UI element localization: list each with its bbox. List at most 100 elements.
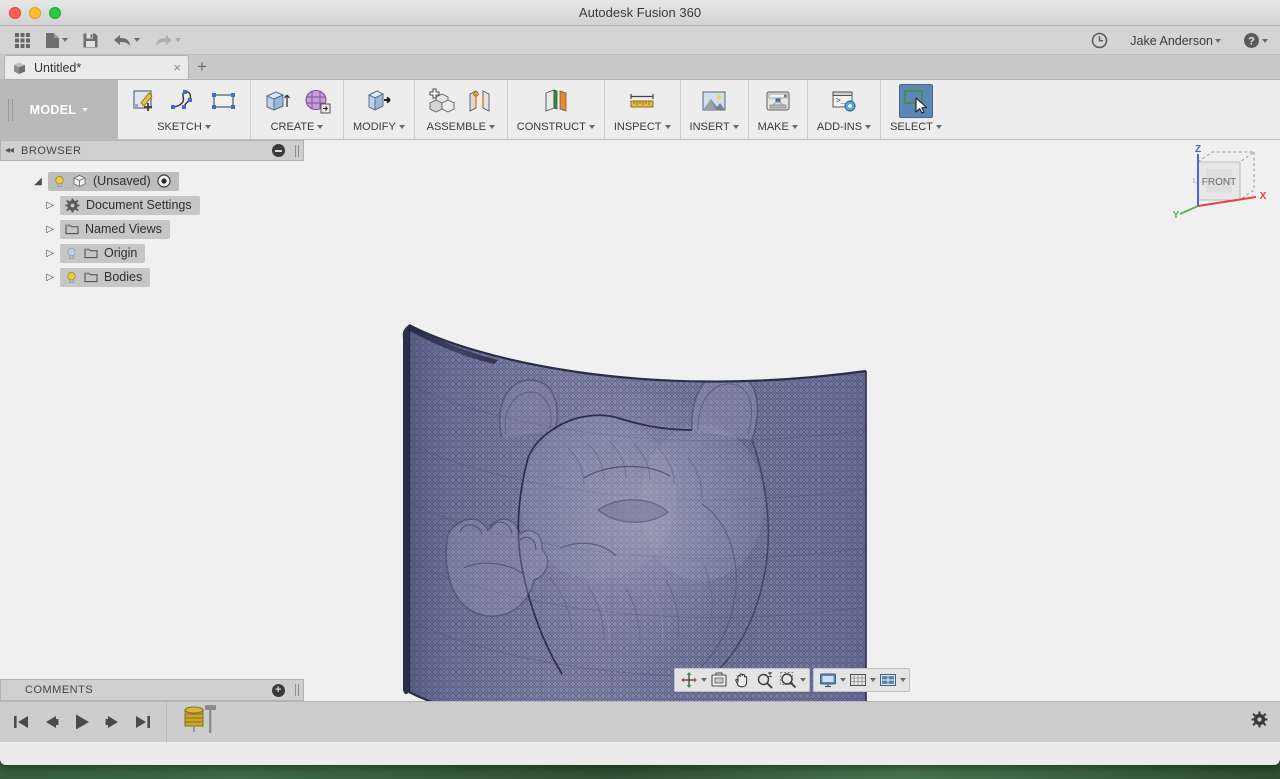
- expand-collapse-icon[interactable]: ◢: [28, 176, 48, 187]
- new-component-button[interactable]: [424, 84, 458, 118]
- create-sketch-icon: [133, 90, 153, 111]
- measure-button[interactable]: [625, 84, 659, 118]
- chevron-down-icon: [82, 107, 89, 112]
- ribbon-panel-sketch-label[interactable]: SKETCH: [157, 121, 211, 133]
- step-forward-button[interactable]: [104, 714, 122, 730]
- scripts-addins-button[interactable]: >_: [827, 84, 861, 118]
- chevron-down-icon[interactable]: [701, 678, 707, 682]
- step-forward-icon: [105, 716, 118, 728]
- tree-item-bodies[interactable]: Bodies: [60, 267, 151, 287]
- timeline-end-marker[interactable]: [179, 701, 217, 744]
- zoom-window-button[interactable]: [777, 670, 799, 690]
- comments-title: COMMENTS: [25, 684, 94, 696]
- user-menu-button[interactable]: Jake Anderson: [1124, 28, 1227, 54]
- tree-item-document-settings[interactable]: Document Settings: [60, 195, 200, 215]
- light-bulb-icon-on[interactable]: [65, 271, 78, 284]
- tree-item-origin[interactable]: Origin: [60, 243, 146, 263]
- ribbon-panel-modify-label[interactable]: MODIFY: [353, 121, 405, 133]
- tree-row-named-views[interactable]: ▷ Named Views: [0, 217, 304, 241]
- expand-collapse-icon[interactable]: ▷: [40, 248, 60, 259]
- create-form-button[interactable]: [300, 84, 334, 118]
- expand-collapse-icon[interactable]: ▷: [40, 200, 60, 211]
- look-at-button[interactable]: [708, 670, 730, 690]
- add-comment-icon[interactable]: +: [272, 683, 285, 697]
- save-disk-icon: [83, 33, 98, 47]
- select-window-button[interactable]: [898, 84, 933, 118]
- tree-label-named-views: Named Views: [85, 222, 162, 236]
- create-sketch-button[interactable]: [127, 84, 161, 118]
- tree-item-named-views[interactable]: Named Views: [60, 219, 170, 239]
- chevron-down-icon[interactable]: [900, 678, 906, 682]
- ribbon-panel-addins-label[interactable]: ADD-INS: [817, 121, 872, 133]
- browser-tree: ◢ (Unsaved) ▷ Document Settings ▷ Named …: [0, 161, 304, 289]
- ribbon-panel-make-label[interactable]: MAKE: [758, 121, 798, 133]
- chevron-down-icon[interactable]: [800, 678, 806, 682]
- tree-row-document-settings[interactable]: ▷ Document Settings: [0, 193, 304, 217]
- go-to-end-button[interactable]: [134, 714, 152, 730]
- pan-button[interactable]: [731, 670, 753, 690]
- viewports-button[interactable]: [877, 670, 899, 690]
- insert-image-icon: [702, 91, 726, 111]
- panel-title-construct: CONSTRUCT: [516, 121, 586, 133]
- new-tab-button[interactable]: +: [189, 55, 215, 79]
- ribbon-panel-select-label[interactable]: SELECT: [890, 121, 942, 133]
- redo-button[interactable]: [148, 27, 187, 53]
- close-tab-icon[interactable]: ×: [173, 60, 181, 75]
- comments-header[interactable]: COMMENTS +: [0, 679, 304, 701]
- display-settings-button[interactable]: [817, 670, 839, 690]
- play-button[interactable]: [72, 713, 92, 731]
- look-at-icon: [711, 672, 727, 687]
- expand-collapse-icon[interactable]: ▷: [40, 224, 60, 235]
- view-cube-svg[interactable]: FRONT L X Y Z: [1168, 144, 1272, 236]
- timeline-divider: [166, 701, 167, 743]
- orbit-button[interactable]: [678, 670, 700, 690]
- browser-minimize-icon[interactable]: [272, 144, 285, 157]
- comments-resize-grip[interactable]: [295, 684, 299, 696]
- chevron-down-icon: [398, 125, 405, 129]
- job-status-button[interactable]: [1085, 28, 1114, 54]
- new-file-button[interactable]: [39, 27, 74, 53]
- grid-snaps-button[interactable]: [847, 670, 869, 690]
- zoom-button[interactable]: [754, 670, 776, 690]
- model-viewport[interactable]: [304, 140, 1280, 701]
- activate-component-icon[interactable]: [157, 174, 171, 188]
- step-back-button[interactable]: [42, 714, 60, 730]
- tree-row-bodies[interactable]: ▷ Bodies: [0, 265, 304, 289]
- rectangle-button[interactable]: [207, 84, 241, 118]
- tree-row-origin[interactable]: ▷ Origin: [0, 241, 304, 265]
- 3d-print-button[interactable]: [761, 84, 795, 118]
- light-bulb-icon-off[interactable]: [65, 247, 78, 260]
- timeline-settings-button[interactable]: [1251, 711, 1268, 733]
- light-bulb-icon-on[interactable]: [53, 175, 66, 188]
- chevron-down-icon[interactable]: [870, 678, 876, 682]
- ribbon-panel-insert-label[interactable]: INSERT: [690, 121, 739, 133]
- insert-image-button[interactable]: [697, 84, 731, 118]
- chevron-down-icon[interactable]: [840, 678, 846, 682]
- workspace-switcher[interactable]: MODEL: [0, 80, 118, 139]
- ribbon-panel-inspect-label[interactable]: INSPECT: [614, 121, 671, 133]
- ribbon-panel-construct-label[interactable]: CONSTRUCT: [517, 121, 595, 133]
- save-button[interactable]: [76, 27, 105, 53]
- document-tab-untitled[interactable]: Untitled* ×: [4, 55, 189, 79]
- tree-row-unsaved[interactable]: ◢ (Unsaved): [0, 169, 304, 193]
- spline-button[interactable]: [167, 84, 201, 118]
- extrude-button[interactable]: [260, 84, 294, 118]
- undo-button[interactable]: [107, 27, 146, 53]
- app-grid-button[interactable]: [8, 27, 37, 53]
- press-pull-button[interactable]: [362, 84, 396, 118]
- ribbon-panel-assemble-label[interactable]: ASSEMBLE: [427, 121, 495, 133]
- view-cube[interactable]: FRONT L X Y Z: [1168, 144, 1272, 236]
- go-to-beginning-button[interactable]: [12, 714, 30, 730]
- expand-collapse-icon[interactable]: ▷: [40, 272, 60, 283]
- joint-button[interactable]: [464, 84, 498, 118]
- chevron-down-icon: [791, 125, 798, 129]
- panel-title-sketch: SKETCH: [157, 121, 202, 133]
- browser-resize-grip[interactable]: [295, 144, 299, 157]
- offset-plane-button[interactable]: [539, 84, 573, 118]
- collapse-browser-icon[interactable]: ◂◂: [5, 145, 14, 156]
- ribbon-panel-create-label[interactable]: CREATE: [271, 121, 324, 133]
- tree-item-unsaved[interactable]: (Unsaved): [48, 171, 179, 191]
- help-button[interactable]: ?: [1237, 28, 1274, 54]
- chevron-down-icon: [134, 38, 140, 42]
- 3d-canvas[interactable]: FRONT L X Y Z: [304, 140, 1280, 701]
